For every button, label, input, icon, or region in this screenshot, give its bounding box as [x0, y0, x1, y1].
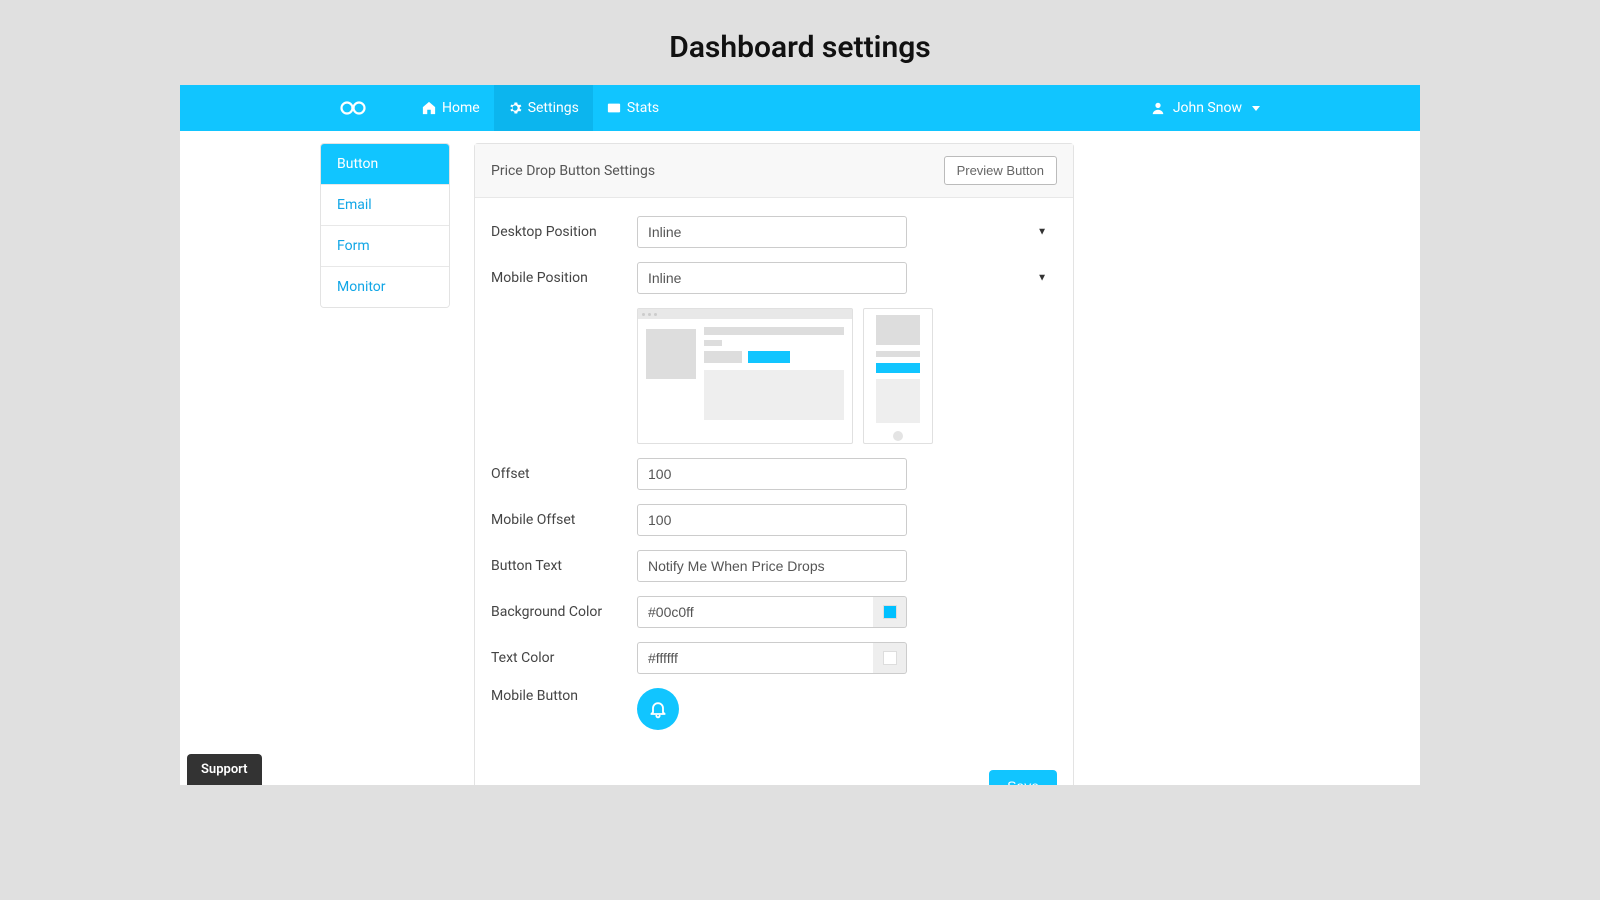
user-name: John Snow [1173, 100, 1242, 116]
sidebar-item-monitor[interactable]: Monitor [321, 267, 449, 307]
desktop-preview [637, 308, 853, 444]
mobile-button-preview [637, 688, 679, 730]
mobile-offset-input[interactable] [637, 504, 907, 536]
mobile-preview [863, 308, 933, 444]
label-offset: Offset [491, 466, 637, 482]
page-title: Dashboard settings [0, 0, 1600, 85]
nav-settings-label: Settings [528, 100, 579, 116]
goggles-icon [340, 101, 366, 115]
label-text-color: Text Color [491, 650, 637, 666]
chevron-down-icon: ▼ [1037, 273, 1047, 284]
sidebar-item-button[interactable]: Button [321, 144, 449, 185]
bell-icon [648, 699, 668, 719]
home-icon [422, 101, 436, 115]
user-icon [1151, 101, 1165, 115]
background-color-picker[interactable] [873, 596, 907, 628]
app-window: Home Settings Stats John Snow [180, 85, 1420, 785]
nav-home[interactable]: Home [408, 85, 494, 131]
nav-home-label: Home [442, 100, 480, 116]
background-color-swatch [883, 605, 897, 619]
button-text-input[interactable] [637, 550, 907, 582]
offset-input[interactable] [637, 458, 907, 490]
mobile-position-select[interactable] [637, 262, 907, 294]
nav-stats-label: Stats [627, 100, 659, 116]
sidebar-item-form[interactable]: Form [321, 226, 449, 267]
text-color-input[interactable] [637, 642, 873, 674]
logo[interactable] [200, 101, 378, 115]
settings-panel: Price Drop Button Settings Preview Butto… [474, 143, 1074, 785]
nav-stats[interactable]: Stats [593, 85, 673, 131]
label-button-text: Button Text [491, 558, 637, 574]
stats-icon [607, 101, 621, 115]
preview-button[interactable]: Preview Button [944, 156, 1057, 185]
desktop-position-select[interactable] [637, 216, 907, 248]
label-mobile-offset: Mobile Offset [491, 512, 637, 528]
chevron-down-icon: ▼ [1037, 227, 1047, 238]
user-menu[interactable]: John Snow [1151, 100, 1400, 116]
background-color-input[interactable] [637, 596, 873, 628]
text-color-picker[interactable] [873, 642, 907, 674]
label-mobile-position: Mobile Position [491, 270, 637, 286]
gear-icon [508, 101, 522, 115]
chevron-down-icon [1252, 106, 1260, 111]
nav-settings[interactable]: Settings [494, 85, 593, 131]
sidebar-item-email[interactable]: Email [321, 185, 449, 226]
settings-sidebar: Button Email Form Monitor [320, 143, 450, 308]
save-button[interactable]: Save [989, 770, 1057, 785]
position-preview [637, 308, 1057, 444]
label-mobile-button: Mobile Button [491, 688, 637, 704]
panel-title: Price Drop Button Settings [491, 163, 655, 179]
label-background-color: Background Color [491, 604, 637, 620]
text-color-swatch [883, 651, 897, 665]
top-nav: Home Settings Stats John Snow [180, 85, 1420, 131]
support-tab[interactable]: Support [187, 754, 262, 785]
label-desktop-position: Desktop Position [491, 224, 637, 240]
